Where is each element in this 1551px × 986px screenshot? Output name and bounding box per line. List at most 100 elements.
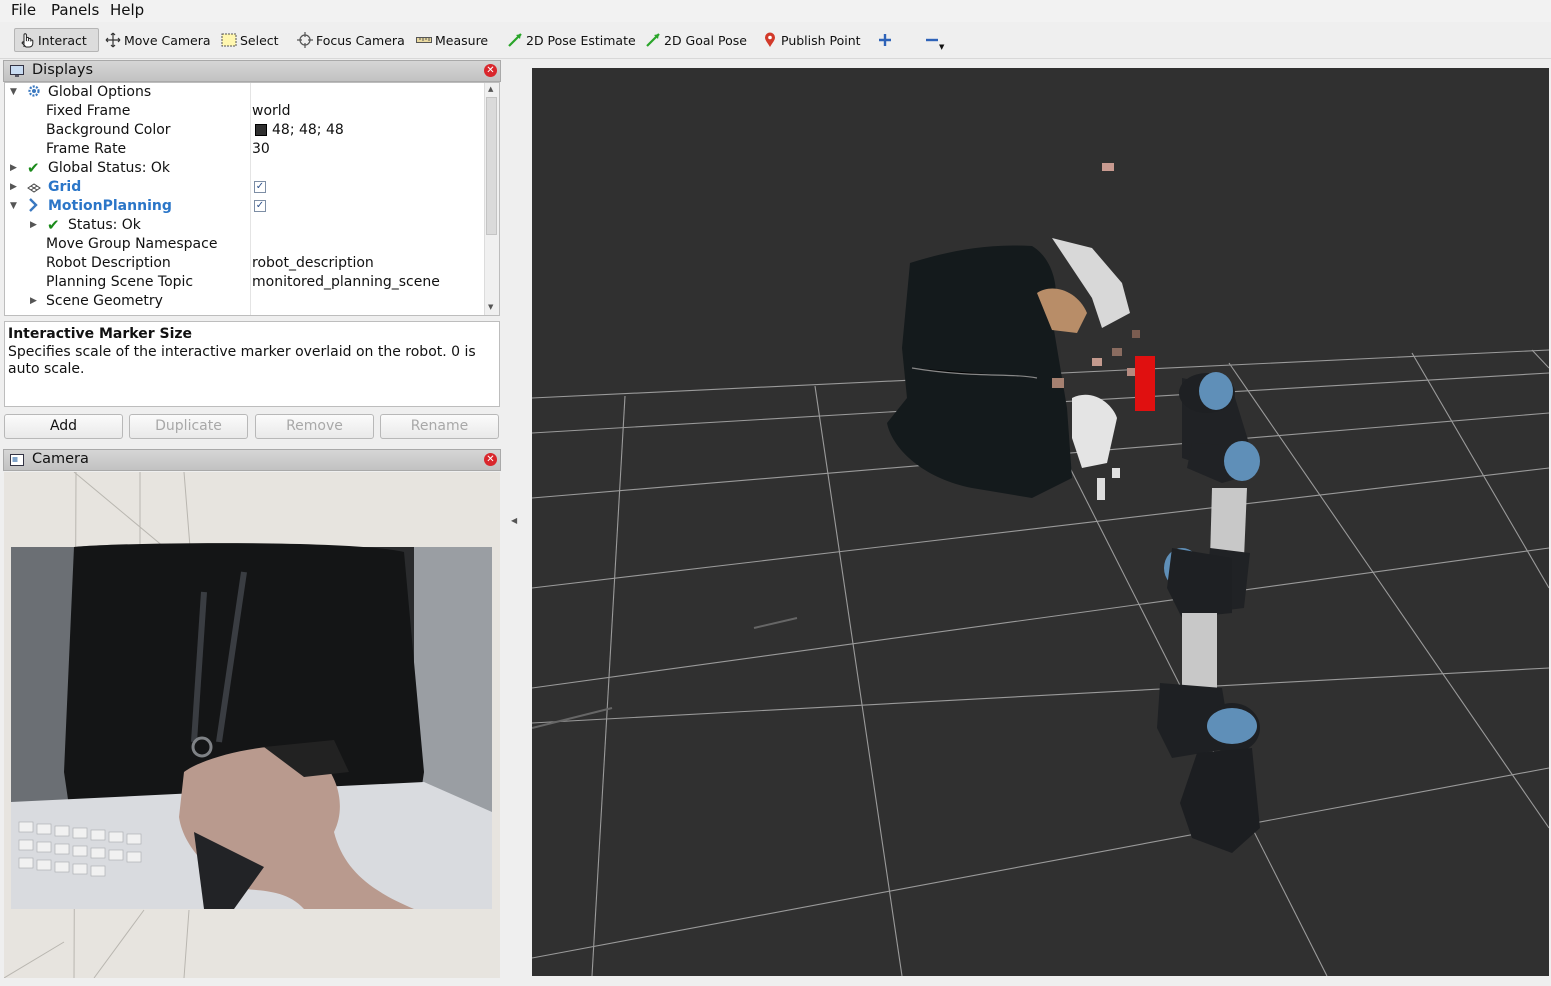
remove-button[interactable]: Remove <box>255 414 374 439</box>
tree-label: Fixed Frame <box>46 103 131 119</box>
goal-pose-label: 2D Goal Pose <box>664 32 747 48</box>
crosshair-icon <box>297 32 313 48</box>
tree-label: Planning Scene Topic <box>46 274 194 290</box>
tree-value[interactable]: 30 <box>252 140 270 159</box>
tree-row-move-group-namespace[interactable]: Move Group Namespace <box>5 235 487 254</box>
interact-label: Interact <box>38 32 87 48</box>
expand-arrow-icon[interactable]: ▶ <box>10 178 17 197</box>
tree-label: Background Color <box>46 122 171 138</box>
pose-estimate-label: 2D Pose Estimate <box>526 32 636 48</box>
displays-tree: ▼ Global Options Fixed Frame world Backg… <box>4 82 500 316</box>
close-icon[interactable]: ✕ <box>484 64 497 77</box>
tree-scrollbar[interactable]: ▲ ▼ <box>484 83 499 315</box>
focus-camera-label: Focus Camera <box>316 32 405 48</box>
tree-row-motionplanning[interactable]: ▼ MotionPlanning ✓ <box>5 197 487 216</box>
target-marker <box>1135 356 1155 411</box>
tree-value[interactable]: robot_description <box>252 254 374 273</box>
camera-image-view[interactable] <box>4 472 500 978</box>
move-arrows-icon <box>105 32 121 48</box>
move-camera-label: Move Camera <box>124 32 211 48</box>
grid-enabled-checkbox[interactable]: ✓ <box>254 181 266 193</box>
green-arrow-icon <box>645 32 661 48</box>
publish-point-label: Publish Point <box>781 32 861 48</box>
tree-label: Scene Geometry <box>46 293 163 309</box>
monitor-icon <box>10 65 24 77</box>
displays-panel-header: Displays ✕ <box>3 60 501 82</box>
toolbar: Interact Move Camera Select Focus Camera… <box>0 22 1551 59</box>
tree-row-global-status[interactable]: ▶ ✔ Global Status: Ok <box>5 159 487 178</box>
select-label: Select <box>240 32 279 48</box>
tree-row-scene-geometry[interactable]: ▶ Scene Geometry <box>5 292 487 311</box>
tree-row-fixed-frame[interactable]: Fixed Frame world <box>5 102 487 121</box>
tree-row-robot-description[interactable]: Robot Description robot_description <box>5 254 487 273</box>
camera-panel-header: Camera ✕ <box>3 449 501 471</box>
measure-tool-button[interactable]: Measure <box>416 28 488 52</box>
add-tool-button[interactable] <box>877 28 893 52</box>
interact-tool-button[interactable]: Interact <box>14 28 99 52</box>
description-title: Interactive Marker Size <box>8 326 193 342</box>
tree-label: Global Options <box>48 84 152 100</box>
tree-label: MotionPlanning <box>48 198 172 214</box>
pose-estimate-tool-button[interactable]: 2D Pose Estimate <box>507 28 636 52</box>
tree-label: Move Group Namespace <box>46 236 218 252</box>
focus-camera-tool-button[interactable]: Focus Camera <box>297 28 405 52</box>
color-swatch[interactable] <box>255 124 267 136</box>
remove-tool-button[interactable]: ▼ <box>924 28 944 52</box>
hand-pointer-icon <box>19 32 35 48</box>
panel-splitter[interactable]: ◀ <box>506 58 528 986</box>
camera-feed-image <box>4 472 492 978</box>
measure-label: Measure <box>435 32 489 48</box>
rename-button[interactable]: Rename <box>380 414 499 439</box>
tree-row-frame-rate[interactable]: Frame Rate 30 <box>5 140 487 159</box>
collapse-arrow-icon[interactable]: ◀ <box>511 516 517 525</box>
scrollbar-thumb[interactable] <box>486 97 497 235</box>
checkmark-icon: ✔ <box>47 216 60 234</box>
description-text: Specifies scale of the interactive marke… <box>8 344 476 377</box>
close-icon[interactable]: ✕ <box>484 453 497 466</box>
expand-arrow-icon[interactable]: ▼ <box>10 83 17 102</box>
ruler-icon <box>416 32 432 48</box>
tree-row-background-color[interactable]: Background Color 48; 48; 48 <box>5 121 487 140</box>
motionplanning-enabled-checkbox[interactable]: ✓ <box>254 200 266 212</box>
point-cloud <box>887 163 1140 500</box>
duplicate-button[interactable]: Duplicate <box>129 414 248 439</box>
menu-panels[interactable]: Panels <box>51 1 99 19</box>
menu-file[interactable]: File <box>11 1 36 19</box>
scroll-up-icon[interactable]: ▲ <box>488 85 493 93</box>
map-pin-icon <box>762 32 778 48</box>
goal-pose-tool-button[interactable]: 2D Goal Pose <box>645 28 747 52</box>
tree-row-status[interactable]: ▶ ✔ Status: Ok <box>5 216 487 235</box>
publish-point-tool-button[interactable]: Publish Point <box>762 28 861 52</box>
tree-label: Grid <box>48 179 82 195</box>
tree-value[interactable]: world <box>252 102 291 121</box>
dropdown-arrow-icon: ▼ <box>939 43 945 51</box>
tree-label: Status: Ok <box>68 217 141 233</box>
camera-panel-icon <box>10 454 24 466</box>
expand-arrow-icon[interactable]: ▶ <box>10 159 17 178</box>
select-box-icon <box>221 32 237 48</box>
tree-label: Frame Rate <box>46 141 127 157</box>
move-camera-tool-button[interactable]: Move Camera <box>105 28 211 52</box>
minus-icon <box>924 32 940 48</box>
tree-row-planning-scene-topic[interactable]: Planning Scene Topic monitored_planning_… <box>5 273 487 292</box>
expand-arrow-icon[interactable]: ▶ <box>30 292 37 311</box>
3d-render-view[interactable] <box>532 68 1549 976</box>
tree-row-global-options[interactable]: ▼ Global Options <box>5 83 487 102</box>
expand-arrow-icon[interactable]: ▼ <box>10 197 17 216</box>
gear-icon <box>27 84 41 104</box>
menu-bar: File Panels Help <box>0 0 1551 22</box>
tree-label: Global Status: Ok <box>48 160 171 176</box>
distant-points <box>532 617 798 729</box>
menu-help[interactable]: Help <box>110 1 144 19</box>
scroll-down-icon[interactable]: ▼ <box>488 303 493 311</box>
expand-arrow-icon[interactable]: ▶ <box>30 216 37 235</box>
green-arrow-icon <box>507 32 523 48</box>
displays-panel-title: Displays <box>32 62 94 78</box>
property-description: Interactive Marker Size Specifies scale … <box>4 321 500 407</box>
tree-value[interactable]: monitored_planning_scene <box>252 273 440 292</box>
select-tool-button[interactable]: Select <box>221 28 279 52</box>
checkmark-icon: ✔ <box>27 159 40 177</box>
tree-row-grid[interactable]: ▶ Grid ✓ <box>5 178 487 197</box>
add-button[interactable]: Add <box>4 414 123 439</box>
tree-value[interactable]: 48; 48; 48 <box>272 121 344 140</box>
